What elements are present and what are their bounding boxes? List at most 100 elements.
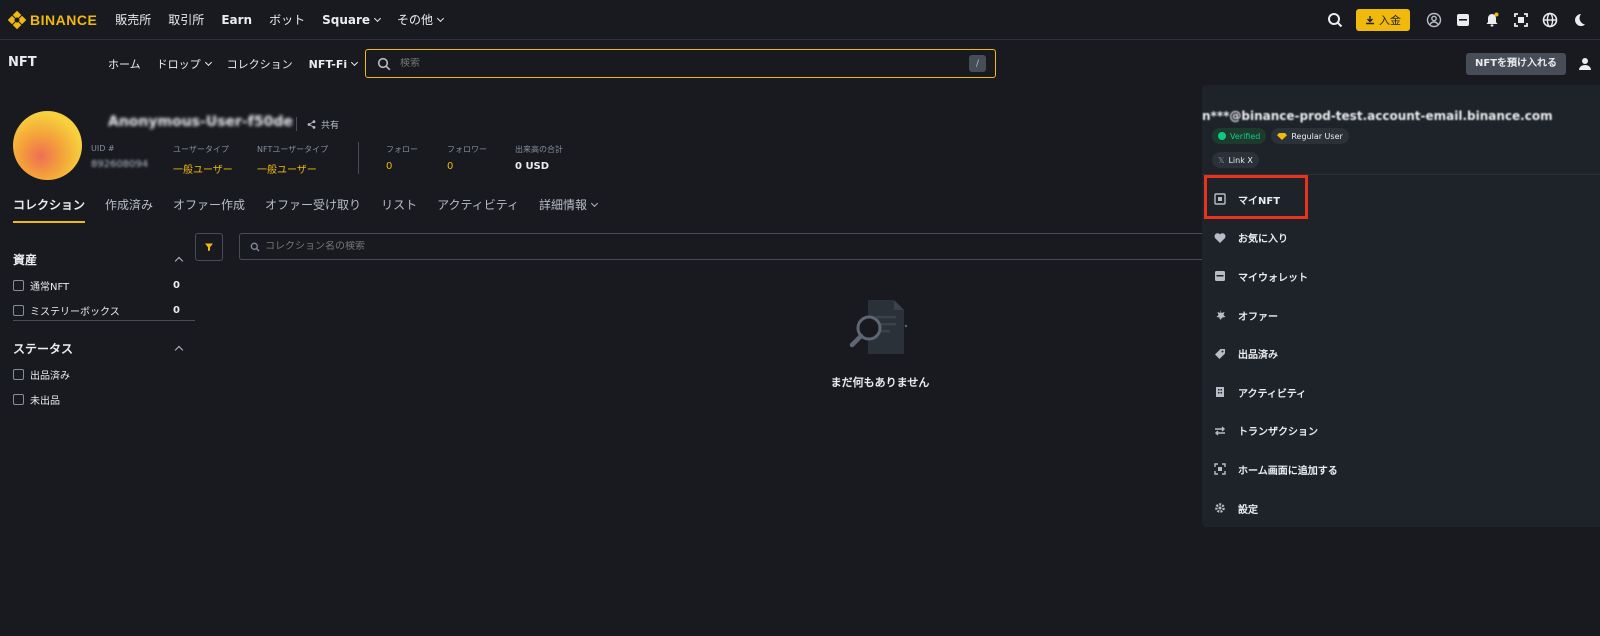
account-badges: Verified Regular User: [1212, 128, 1354, 144]
stat-value: 一般ユーザー: [257, 165, 317, 176]
filter-assets-header[interactable]: 資産: [13, 251, 195, 268]
tab-offers-received[interactable]: オファー受け取り: [265, 196, 361, 223]
heart-icon: [1214, 232, 1226, 244]
filter-option-listed[interactable]: 出品済み: [13, 367, 195, 382]
share-button[interactable]: 共有: [296, 117, 339, 131]
nft-nav-label: NFT-Fi: [308, 57, 348, 71]
top-nav-label: その他: [397, 13, 434, 27]
account-email: n***@binance-prod-test.account-email.bin…: [1202, 109, 1553, 123]
menu-item-favorites[interactable]: お気に入り: [1202, 219, 1600, 258]
filter-divider: [13, 320, 195, 321]
tab-listings[interactable]: リスト: [381, 196, 417, 223]
top-nav-item-spot-sales[interactable]: 販売所: [115, 11, 151, 28]
filter-option-count: 0: [173, 305, 180, 316]
filter-option-normal-nft[interactable]: 通常NFT 0: [13, 278, 195, 293]
stat-uid: UID # 892608094: [91, 144, 148, 170]
checkbox[interactable]: [13, 394, 24, 405]
menu-item-add-to-home[interactable]: ホーム画面に追加する: [1202, 450, 1600, 489]
checkbox[interactable]: [13, 280, 24, 291]
nft-bar: NFT ホーム ドロップ コレクション NFT-Fi / NFTを預け入れる: [0, 41, 1600, 85]
stat-label: ユーザータイプ: [173, 145, 229, 154]
globe-icon[interactable]: [1542, 12, 1558, 28]
stat-following[interactable]: フォロー 0: [386, 144, 418, 172]
menu-item-label: お気に入り: [1238, 234, 1288, 246]
nft-nav-item-collections[interactable]: コレクション: [227, 56, 293, 72]
search-icon: [250, 242, 260, 251]
moon-icon[interactable]: [1571, 12, 1587, 28]
filter-option-label: ミステリーボックス: [30, 307, 120, 318]
collection-search-input[interactable]: [265, 241, 1214, 252]
top-right-actions: 入金: [1327, 0, 1600, 40]
menu-item-my-nft[interactable]: マイNFT: [1202, 175, 1600, 219]
deposit-nft-button[interactable]: NFTを預け入れる: [1466, 53, 1567, 75]
menu-item-offers[interactable]: オファー: [1202, 296, 1600, 335]
top-nav-label: 取引所: [168, 13, 205, 27]
tab-details[interactable]: 詳細情報: [539, 196, 599, 223]
top-nav-item-exchange[interactable]: 取引所: [168, 11, 204, 28]
menu-item-label: アクティビティ: [1238, 388, 1307, 400]
wallet-icon[interactable]: [1455, 12, 1471, 28]
stat-value: 892608094: [91, 159, 149, 170]
check-circle-icon: [1218, 132, 1226, 140]
user-circle-icon[interactable]: [1426, 12, 1442, 28]
binance-logo[interactable]: BINANCE: [7, 10, 97, 29]
nft-section-title[interactable]: NFT: [8, 55, 37, 70]
nft-nav-item-nft-fi[interactable]: NFT-Fi: [308, 56, 359, 72]
filter-toggle-button[interactable]: [195, 233, 223, 261]
stat-user-type: ユーザータイプ 一般ユーザー: [173, 144, 233, 176]
filter-option-unlisted[interactable]: 未出品: [13, 392, 195, 407]
top-nav-label: Earn: [221, 12, 253, 27]
nft-search-box[interactable]: /: [365, 49, 996, 78]
top-nav-item-earn[interactable]: Earn: [221, 11, 252, 28]
menu-item-activity[interactable]: アクティビティ: [1202, 373, 1600, 412]
regular-user-label: Regular User: [1291, 131, 1343, 141]
avatar: [13, 111, 82, 180]
checkbox[interactable]: [13, 369, 24, 380]
qr-scan-icon[interactable]: [1513, 12, 1529, 28]
tab-created[interactable]: 作成済み: [105, 196, 153, 223]
stat-value: 一般ユーザー: [173, 165, 233, 176]
top-nav-item-more[interactable]: その他: [397, 11, 445, 28]
link-x-button[interactable]: 𝕏 Link X: [1212, 152, 1259, 168]
menu-item-my-wallet[interactable]: マイウォレット: [1202, 257, 1600, 296]
deposit-button[interactable]: 入金: [1356, 9, 1410, 31]
deposit-label: 入金: [1379, 14, 1401, 27]
top-nav-label: Square: [322, 12, 371, 27]
profile-username: Anonymous-User-f50de: [108, 114, 293, 130]
chevron-down-icon: [591, 199, 599, 207]
share-icon: [307, 119, 316, 129]
stat-followers[interactable]: フォロワー 0: [447, 144, 487, 172]
stat-total-volume: 出来高の合計 0 USD: [515, 144, 563, 172]
menu-item-label: 設定: [1238, 504, 1258, 516]
chevron-up-icon: [174, 345, 184, 355]
nft-nav-item-drops[interactable]: ドロップ: [157, 56, 212, 72]
top-nav-label: ボット: [269, 13, 306, 27]
nft-nav-label: コレクション: [226, 58, 293, 71]
tab-collection[interactable]: コレクション: [13, 196, 86, 223]
menu-item-transactions[interactable]: トランザクション: [1202, 412, 1600, 451]
menu-item-listed[interactable]: 出品済み: [1202, 334, 1600, 373]
nft-nav-item-home[interactable]: ホーム: [108, 56, 141, 72]
transfer-icon: [1214, 425, 1226, 437]
search-icon[interactable]: [1327, 12, 1343, 28]
tab-activity[interactable]: アクティビティ: [437, 196, 519, 223]
stat-nft-user-type: NFTユーザータイプ 一般ユーザー: [257, 144, 328, 176]
top-nav-item-square[interactable]: Square: [322, 11, 382, 28]
user-icon[interactable]: [1578, 57, 1592, 71]
checkbox[interactable]: [13, 305, 24, 316]
bell-icon[interactable]: [1484, 12, 1500, 28]
tab-offers-made[interactable]: オファー作成: [173, 196, 245, 223]
dropdown-divider: [1202, 174, 1600, 175]
collection-search-box[interactable]: [239, 233, 1214, 260]
nft-search-input[interactable]: [400, 58, 969, 69]
download-icon: [1366, 16, 1374, 25]
filter-option-mystery-box[interactable]: ミステリーボックス 0: [13, 303, 195, 318]
dropdown-menu: マイNFT お気に入り マイウォレット オファー 出品済み アクティビティ トラ…: [1202, 175, 1600, 528]
stat-divider: [358, 142, 359, 174]
tag-icon: [1214, 348, 1226, 360]
menu-item-settings[interactable]: 設定: [1202, 489, 1600, 528]
account-dropdown: n***@binance-prod-test.account-email.bin…: [1202, 85, 1600, 527]
filter-status-header[interactable]: ステータス: [13, 340, 195, 357]
link-x-label: Link X: [1228, 155, 1253, 165]
top-nav-item-bot[interactable]: ボット: [269, 11, 305, 28]
